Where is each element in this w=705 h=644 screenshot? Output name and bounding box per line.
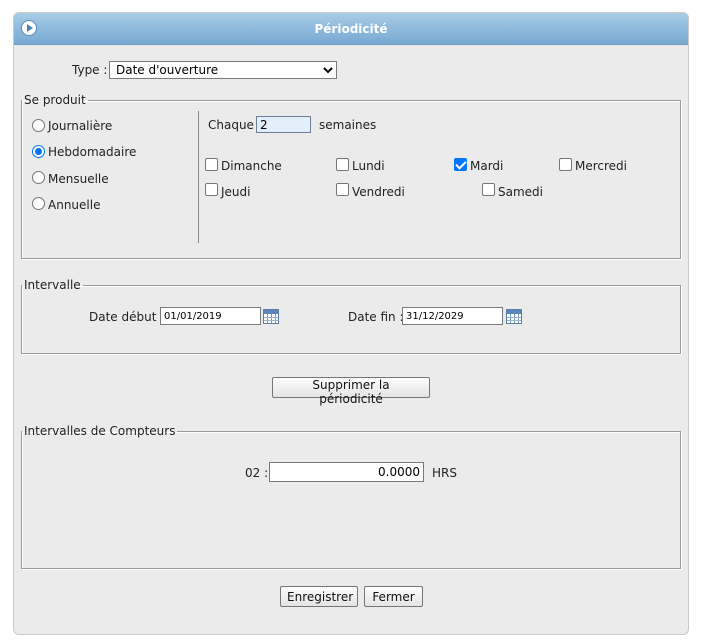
check-vendredi[interactable]: [336, 183, 349, 196]
check-jeudi[interactable]: [205, 183, 218, 196]
intervalle-legend: Intervalle: [24, 278, 81, 292]
check-mardi-label: Mardi: [470, 159, 504, 173]
check-dimanche[interactable]: [205, 158, 218, 171]
check-mercredi[interactable]: [559, 158, 572, 171]
end-date-input[interactable]: [402, 307, 503, 325]
every-unit: semaines: [319, 118, 377, 132]
divider: [198, 111, 199, 243]
check-mercredi-label: Mercredi: [575, 159, 628, 173]
radio-mensuelle-label: Mensuelle: [48, 172, 109, 186]
check-jeudi-label: Jeudi: [221, 185, 251, 199]
check-lundi[interactable]: [336, 158, 349, 171]
counter-input[interactable]: [269, 462, 424, 482]
check-samedi-label: Samedi: [498, 185, 543, 199]
end-date-label: Date fin :: [348, 310, 404, 324]
check-lundi-label: Lundi: [352, 159, 385, 173]
compteurs-fieldset: Intervalles de Compteurs: [21, 424, 681, 569]
dialog-title: Périodicité: [314, 22, 388, 36]
check-dimanche-label: Dimanche: [221, 159, 282, 173]
start-date-label: Date début :: [89, 310, 165, 324]
compteurs-legend: Intervalles de Compteurs: [24, 424, 176, 438]
radio-annuelle-label: Annuelle: [48, 198, 101, 212]
type-label: Type :: [72, 63, 108, 77]
every-input[interactable]: [256, 116, 311, 133]
radio-mensuelle[interactable]: [32, 171, 45, 184]
type-select[interactable]: Date d'ouverture: [109, 61, 337, 79]
close-button[interactable]: Fermer: [364, 586, 423, 607]
check-samedi[interactable]: [482, 183, 495, 196]
calendar-icon[interactable]: [263, 309, 279, 324]
radio-journaliere[interactable]: [32, 119, 45, 132]
calendar-icon[interactable]: [506, 309, 522, 324]
start-date-input[interactable]: [160, 307, 261, 325]
radio-annuelle[interactable]: [32, 197, 45, 210]
counter-unit: HRS: [432, 466, 457, 480]
radio-journaliere-label: Journalière: [48, 119, 113, 133]
check-mardi[interactable]: [454, 158, 467, 171]
check-vendredi-label: Vendredi: [352, 185, 405, 199]
se-produit-legend: Se produit: [24, 93, 86, 107]
counter-label: 02 :: [245, 466, 269, 480]
delete-periodicity-button[interactable]: Supprimer la périodicité: [272, 377, 430, 406]
every-label: Chaque: [208, 118, 254, 132]
title-bar: Périodicité: [14, 13, 688, 45]
periodicite-dialog: Périodicité Type : Date d'ouverture Se p…: [13, 12, 689, 635]
radio-hebdomadaire-label: Hebdomadaire: [48, 145, 137, 159]
radio-hebdomadaire[interactable]: [32, 145, 45, 158]
save-button[interactable]: Enregistrer: [280, 586, 358, 607]
